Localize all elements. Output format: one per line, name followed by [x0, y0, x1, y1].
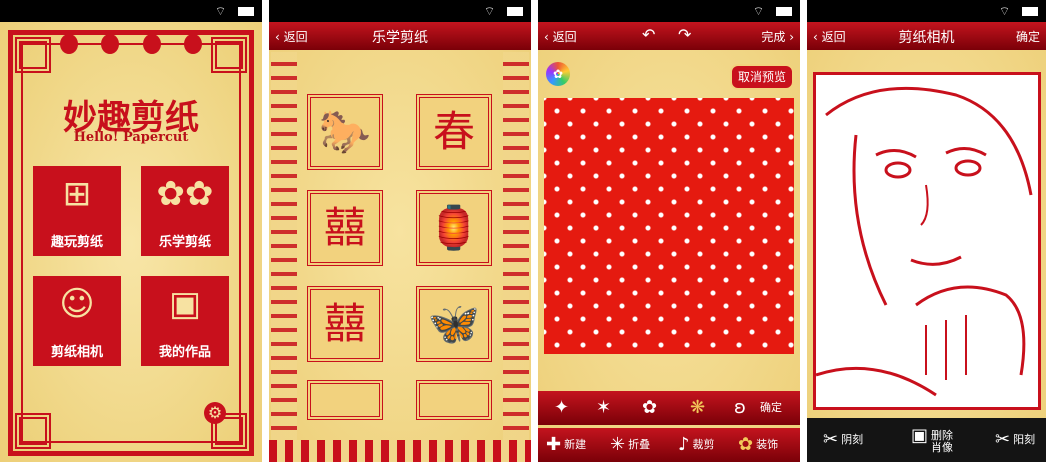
page-title: 剪纸相机	[898, 30, 955, 46]
pattern-double-happiness[interactable]: 囍	[307, 190, 383, 266]
back-button[interactable]: ‹ 返回	[544, 28, 577, 45]
face-icon: ☺	[59, 284, 95, 324]
color-flower-icon[interactable]: ✿	[546, 62, 570, 86]
face-sketch	[816, 86, 1033, 397]
settings-gear-icon[interactable]: ⚙	[204, 402, 226, 424]
play-papercut-button[interactable]: ⊞ 趣玩剪纸	[33, 166, 121, 256]
redo-icon[interactable]: ↷	[678, 25, 691, 44]
spiral-icon[interactable]: ʚ	[734, 391, 746, 425]
status-bar: ⌔	[269, 0, 531, 22]
grid-icon: ⊞	[62, 174, 92, 214]
pattern-partial[interactable]	[307, 380, 383, 420]
nav-bar: ‹ 返回 剪纸相机 确定	[807, 22, 1046, 50]
wifi-battery-icon: ⌔	[999, 4, 1038, 19]
shape-toolbar: ✦ ✶ ✿ ❋ ʚ 确定	[538, 391, 800, 425]
camera-screen: ⌔ ‹ 返回 剪纸相机 确定 ✂ 阴刻 ▣ 删除肖像 ✂ 阳刻	[807, 0, 1046, 462]
star4-icon[interactable]: ✦	[554, 391, 569, 425]
pattern-butterfly[interactable]: 🦋	[416, 286, 492, 362]
wifi-battery-icon: ⌔	[215, 4, 254, 19]
tile-label: 剪纸相机	[50, 345, 103, 360]
confirm-button[interactable]: 确定	[760, 391, 782, 425]
pattern-lantern[interactable]: 🏮	[416, 190, 492, 266]
learn-papercut-button[interactable]: ✿✿ 乐学剪纸	[141, 166, 229, 256]
fold-button[interactable]: ✳ 折叠	[610, 428, 650, 462]
scissors-icon: ✂	[823, 429, 839, 450]
pattern-spring[interactable]: 春	[416, 94, 492, 170]
status-bar: ⌔	[538, 0, 800, 22]
wifi-battery-icon: ⌔	[484, 4, 523, 19]
left-border-pattern	[271, 52, 297, 442]
status-bar: ⌔	[807, 0, 1046, 22]
lantern-decoration	[60, 34, 202, 54]
app-subtitle: Hello! Papercut	[73, 130, 189, 145]
my-works-button[interactable]: ▣ 我的作品	[141, 276, 229, 366]
cancel-preview-button[interactable]: 取消预览	[729, 64, 794, 90]
tile-label: 我的作品	[158, 345, 211, 360]
papercut-photo	[813, 72, 1041, 410]
nav-bar: ‹ 返回 乐学剪纸	[269, 22, 531, 50]
portrait-icon: ▣	[911, 425, 929, 446]
relief-button[interactable]: ✂ 阳刻	[995, 424, 1035, 456]
decorate-button[interactable]: ✿ 装饰	[738, 428, 778, 462]
cut-button[interactable]: ♪ 裁剪	[678, 428, 715, 462]
delete-portrait-button[interactable]: ▣ 删除肖像	[911, 427, 955, 462]
camera-toolbar: ✂ 阴刻 ▣ 删除肖像 ✂ 阳刻	[807, 418, 1046, 462]
papercut-camera-button[interactable]: ☺ 剪纸相机	[33, 276, 121, 366]
tile-label: 乐学剪纸	[158, 235, 211, 250]
intaglio-button[interactable]: ✂ 阴刻	[823, 424, 863, 456]
home-screen: ⌔ 妙趣剪纸 Hello! Papercut ⊞ 趣玩剪纸 ✿✿ 乐学剪纸 ☺ …	[0, 0, 262, 462]
new-button[interactable]: ✚ 新建	[546, 428, 586, 462]
scissors-icon: ✂	[995, 429, 1011, 450]
pattern-double-happiness-round[interactable]: 囍	[307, 286, 383, 362]
flower-icon[interactable]: ✿	[642, 391, 657, 425]
tile-label: 趣玩剪纸	[50, 235, 103, 250]
pattern-horse[interactable]: 🐎	[307, 94, 383, 170]
undo-icon[interactable]: ↶	[642, 25, 655, 44]
learn-screen: ⌔ ‹ 返回 乐学剪纸 🐎 春 囍 🏮 囍 🦋	[269, 0, 531, 462]
papercut-preview	[544, 98, 794, 354]
done-button[interactable]: 完成 ›	[761, 28, 794, 45]
action-toolbar: ✚ 新建 ✳ 折叠 ♪ 裁剪 ✿ 装饰	[538, 428, 800, 462]
bottom-border-pattern	[269, 440, 531, 462]
flowers-icon: ✿✿	[156, 174, 214, 214]
wifi-battery-icon: ⌔	[753, 4, 792, 19]
right-border-pattern	[503, 52, 529, 442]
box-icon: ▣	[168, 284, 202, 324]
page-title: 乐学剪纸	[372, 30, 428, 46]
editor-screen: ⌔ ‹ 返回 ↶ ↷ 完成 › ✿ 取消预览 ✦ ✶ ✿ ❋ ʚ 确定 ✚ 新建 …	[538, 0, 800, 462]
star-icon[interactable]: ✶	[596, 391, 611, 425]
snowflake-icon[interactable]: ❋	[690, 391, 705, 425]
status-bar: ⌔	[0, 0, 262, 22]
pattern-partial[interactable]	[416, 380, 492, 420]
nav-bar: ‹ 返回 ↶ ↷ 完成 ›	[538, 22, 800, 50]
confirm-button[interactable]: 确定	[1016, 28, 1040, 45]
